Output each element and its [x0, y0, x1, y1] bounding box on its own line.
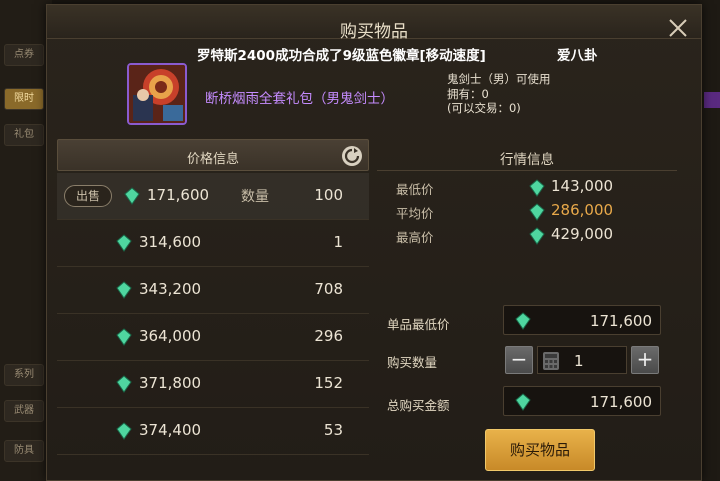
refresh-icon: [342, 146, 362, 166]
announcement-user: 爱八卦: [557, 48, 598, 64]
gem-icon: [116, 422, 132, 440]
purchase-qty-label: 购买数量: [387, 355, 438, 370]
stat-label-max: 最高价: [396, 230, 434, 245]
calculator-icon[interactable]: [542, 351, 560, 371]
gift-pack-icon: [129, 65, 185, 123]
gem-icon: [515, 393, 531, 411]
item-info-tradable: (可以交易：0): [447, 101, 521, 115]
listing-row[interactable]: 364,000 296: [57, 314, 369, 361]
gem-icon: [529, 227, 545, 245]
unit-min-price-label: 单品最低价: [387, 317, 450, 332]
listing-row[interactable]: 371,800 152: [57, 361, 369, 408]
stat-value-max: 429,000: [551, 225, 614, 243]
qty-increment-button[interactable]: +: [631, 346, 659, 374]
stat-value-avg: 286,000: [551, 201, 614, 219]
gem-icon: [116, 328, 132, 346]
gem-icon: [116, 281, 132, 299]
close-icon: [669, 19, 687, 37]
gem-icon: [116, 234, 132, 252]
listing-qty: 152: [314, 374, 343, 392]
listing-row[interactable]: 374,400 53: [57, 408, 369, 455]
qty-value: 1: [574, 352, 584, 370]
listing-price: 343,200: [139, 280, 202, 298]
listing-price: 171,600: [147, 186, 210, 204]
listing-price: 364,000: [139, 327, 202, 345]
item-name: 断桥烟雨全套礼包（男鬼剑士）: [205, 91, 394, 107]
item-icon: [127, 63, 187, 125]
unit-min-price-field: 171,600: [503, 305, 661, 335]
item-info: 鬼剑士（男）可使用 拥有：0 (可以交易：0): [447, 72, 551, 116]
qty-input[interactable]: 1: [537, 346, 627, 374]
listing-qty: 100: [314, 186, 343, 204]
total-amount-value: 171,600: [589, 393, 652, 411]
listing-price: 374,400: [139, 421, 202, 439]
listing-qty: 296: [314, 327, 343, 345]
market-info-title: 行情信息: [500, 152, 554, 168]
quantity-label: 数量: [241, 189, 269, 205]
listing-qty: 1: [333, 233, 343, 251]
market-info-header: 行情信息: [377, 139, 677, 171]
total-amount-label: 总购买金额: [387, 398, 450, 413]
dialog-title: 购买物品: [340, 22, 408, 42]
listing-price: 371,800: [139, 374, 202, 392]
bg-tab-5[interactable]: 系列: [4, 364, 44, 386]
listing-row[interactable]: 314,600 1: [57, 220, 369, 267]
qty-decrement-button[interactable]: −: [505, 346, 533, 374]
background-right-edge: [700, 0, 720, 481]
listing-row[interactable]: 出售 171,600 数量 100: [57, 173, 369, 220]
gem-icon: [124, 187, 140, 205]
background-sidebar: 点券 限时 礼包 武器 防具 系列: [0, 0, 52, 481]
price-info-header: 价格信息: [57, 139, 369, 171]
bg-tab-1[interactable]: 限时: [4, 88, 44, 110]
purchase-dialog: 购买物品 罗特斯2400成功合成了9级蓝色徽章[移动速度] 爱八卦 断桥烟雨全套…: [46, 4, 702, 481]
gem-icon: [515, 312, 531, 330]
item-info-owned: 拥有：0: [447, 86, 489, 101]
gem-icon: [116, 375, 132, 393]
announcement-text: 罗特斯2400成功合成了9级蓝色徽章[移动速度]: [197, 48, 486, 64]
bg-tab-2[interactable]: 礼包: [4, 124, 44, 146]
stat-value-min: 143,000: [551, 177, 614, 195]
sell-button[interactable]: 出售: [64, 185, 112, 207]
buy-button[interactable]: 购买物品: [485, 429, 595, 471]
listing-list: 出售 171,600 数量 100 314,600 1 343,200 708 …: [57, 173, 369, 455]
stat-label-min: 最低价: [396, 182, 434, 197]
bg-tab-0[interactable]: 点券: [4, 44, 44, 66]
item-info-class: 鬼剑士（男）可使用: [447, 72, 551, 86]
gem-icon: [529, 179, 545, 197]
listing-qty: 53: [323, 421, 343, 439]
bg-tab-4[interactable]: 防具: [4, 440, 44, 462]
close-button[interactable]: [667, 17, 689, 39]
refresh-button[interactable]: [341, 145, 363, 167]
bg-tab-3[interactable]: 武器: [4, 400, 44, 422]
title-bar: 购买物品: [47, 5, 701, 42]
total-amount-field: 171,600: [503, 386, 661, 416]
price-info-title: 价格信息: [186, 152, 239, 167]
gem-icon: [529, 203, 545, 221]
unit-min-price-value: 171,600: [589, 312, 652, 330]
listing-qty: 708: [314, 280, 343, 298]
background-purple-marker: [704, 92, 720, 108]
listing-price: 314,600: [139, 233, 202, 251]
stat-label-avg: 平均价: [396, 206, 434, 221]
listing-row[interactable]: 343,200 708: [57, 267, 369, 314]
